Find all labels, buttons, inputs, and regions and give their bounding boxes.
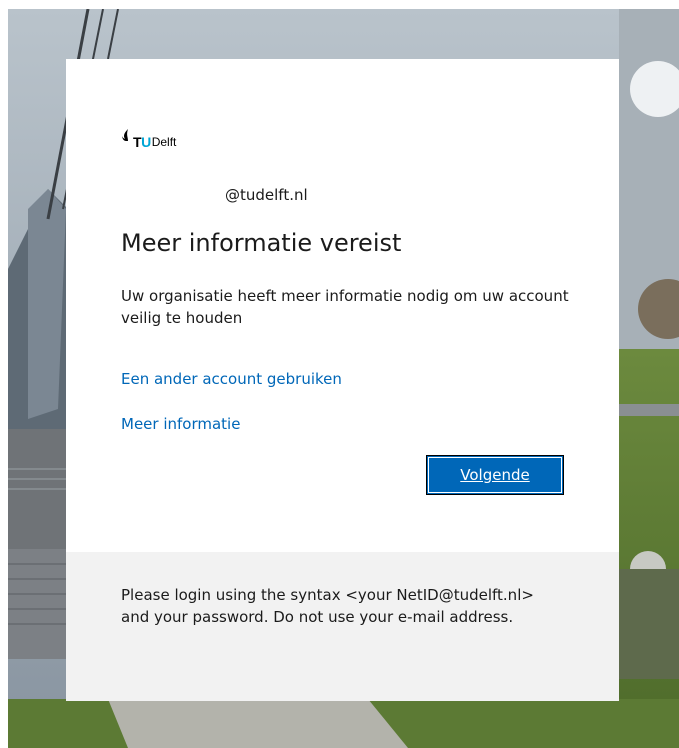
footer-text: Please login using the syntax <your NetI…: [121, 586, 534, 626]
logo-tu: TU: [133, 135, 151, 149]
logo-u: U: [141, 134, 151, 150]
use-other-account-link[interactable]: Een ander account gebruiken: [121, 370, 342, 388]
footer-panel: Please login using the syntax <your NetI…: [66, 552, 619, 701]
account-identity: @tudelft.nl: [225, 186, 308, 204]
next-button[interactable]: Volgende: [426, 455, 564, 495]
description-text: Uw organisatie heeft meer informatie nod…: [121, 287, 569, 327]
page-title: Meer informatie vereist: [121, 229, 402, 257]
tu-delft-flame-icon: [122, 129, 132, 149]
logo-delft: Delft: [151, 135, 177, 149]
logo-t: T: [133, 134, 142, 150]
sign-in-card: TU Delft @tudelft.nl Meer informatie ver…: [66, 59, 619, 701]
more-info-link[interactable]: Meer informatie: [121, 415, 240, 433]
tu-delft-logo: TU Delft: [122, 127, 176, 149]
